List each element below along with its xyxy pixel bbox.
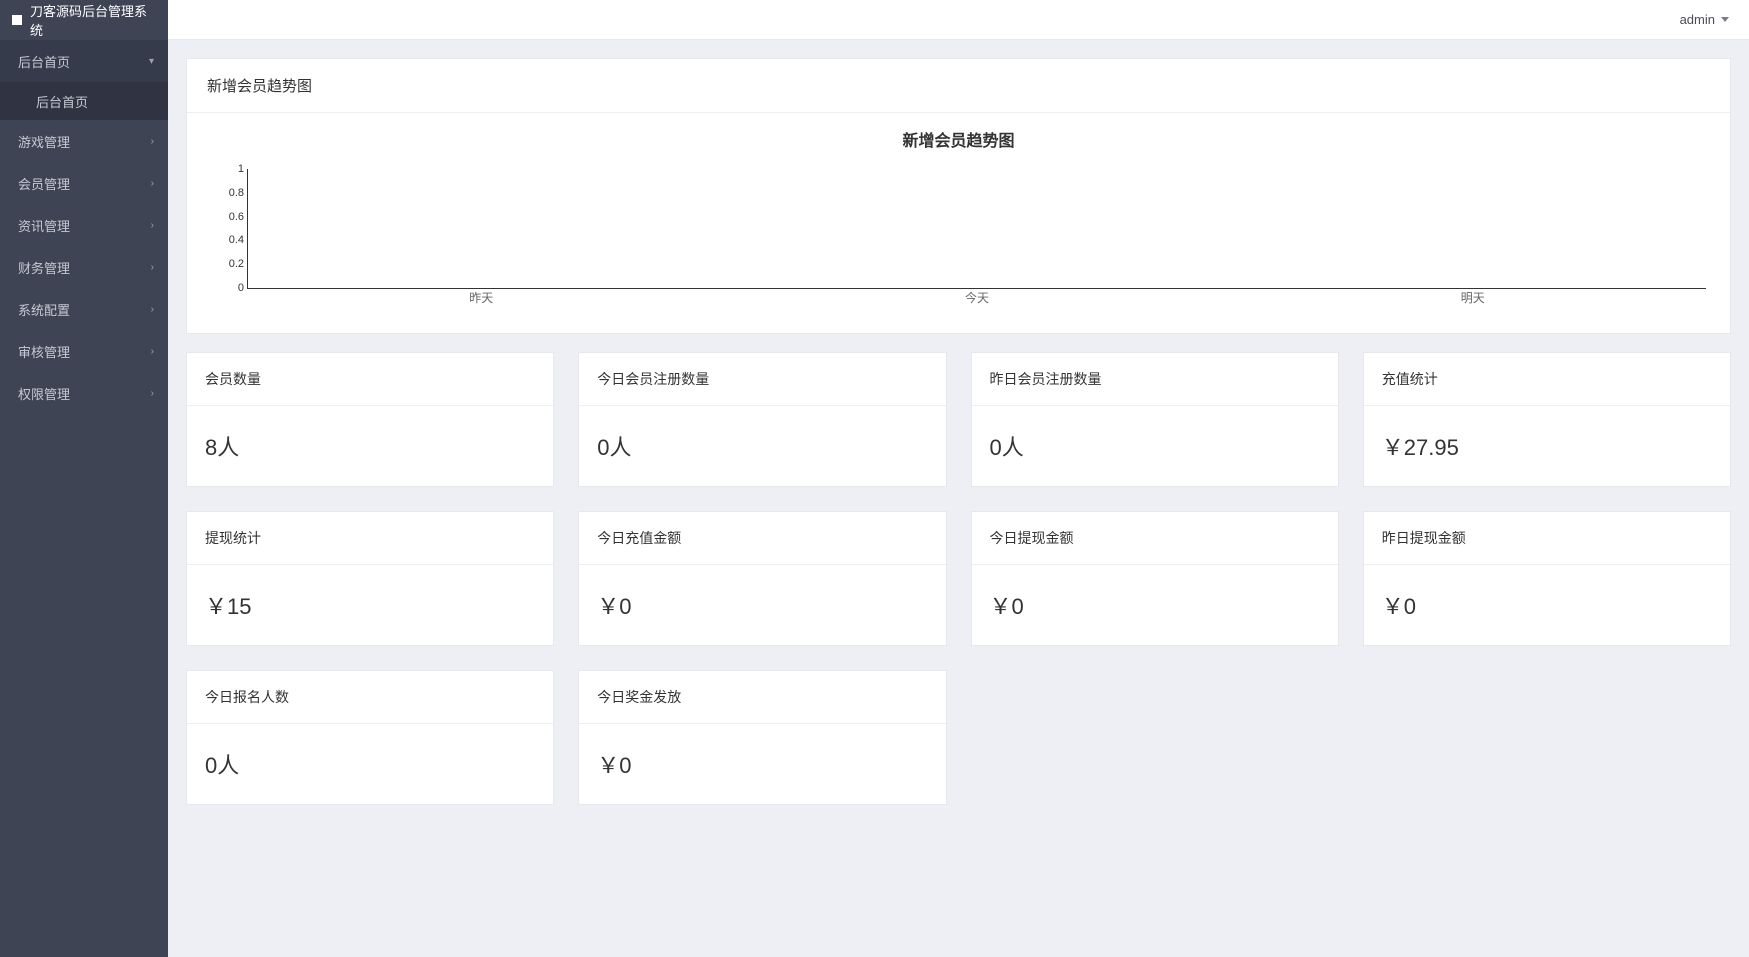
card-value: ￥0 [972,565,1338,645]
card-title: 今日充值金额 [579,512,945,565]
card-value: ￥0 [579,724,945,804]
chevron-right-icon: › [151,220,154,231]
card-value: ￥0 [1364,565,1730,645]
chevron-down-icon: ▾ [149,56,154,67]
card-title: 会员数量 [187,353,553,406]
nav-label: 财务管理 [18,258,70,277]
card-value: 0人 [579,406,945,486]
card-title: 今日报名人数 [187,671,553,724]
card-recharge-total: 充值统计 ￥27.95 [1363,352,1731,487]
nav-sub-label: 后台首页 [36,92,88,111]
chart-title: 新增会员趋势图 [211,127,1706,151]
nav-label: 资讯管理 [18,216,70,235]
user-name: admin [1680,12,1715,27]
nav-label: 后台首页 [18,52,70,71]
nav-item-system[interactable]: 系统配置 › [0,288,168,330]
sidebar: 刀客源码后台管理系统 后台首页 ▾ 后台首页 游戏管理 › 会员管理 › 资讯管… [0,0,168,957]
ytick: 0.2 [218,258,244,270]
ytick: 0.6 [218,211,244,223]
chart-panel-header: 新增会员趋势图 [187,59,1730,113]
card-value: ￥0 [579,565,945,645]
chevron-right-icon: › [151,304,154,315]
chevron-right-icon: › [151,346,154,357]
card-member-count: 会员数量 8人 [186,352,554,487]
xtick: 明天 [1461,289,1485,306]
ytick: 0.4 [218,234,244,246]
card-yesterday-register: 昨日会员注册数量 0人 [971,352,1339,487]
chevron-right-icon: › [151,136,154,147]
chevron-right-icon: › [151,178,154,189]
chart-axes: 1 0.8 0.6 0.4 0.2 0 昨天 今天 明天 [247,169,1706,289]
nav-item-permission[interactable]: 权限管理 › [0,372,168,414]
caret-down-icon [1721,17,1729,22]
main: admin 新增会员趋势图 新增会员趋势图 1 0.8 0.6 0.4 0.2 … [168,0,1749,957]
cards-grid: 会员数量 8人 今日会员注册数量 0人 昨日会员注册数量 0人 充值统计 ￥27… [186,352,1731,805]
user-menu[interactable]: admin [1680,12,1729,27]
card-title: 昨日会员注册数量 [972,353,1338,406]
topbar: admin [168,0,1749,40]
nav: 后台首页 ▾ 后台首页 游戏管理 › 会员管理 › 资讯管理 › 财务管理 › … [0,40,168,957]
card-title: 充值统计 [1364,353,1730,406]
chart-wrap: 新增会员趋势图 1 0.8 0.6 0.4 0.2 0 昨天 今天 明天 [187,113,1730,333]
card-today-withdraw: 今日提现金额 ￥0 [971,511,1339,646]
nav-item-member[interactable]: 会员管理 › [0,162,168,204]
ytick: 0.8 [218,187,244,199]
nav-item-home[interactable]: 后台首页 ▾ [0,40,168,82]
card-title: 提现统计 [187,512,553,565]
xtick: 昨天 [469,289,493,306]
card-value: ￥15 [187,565,553,645]
card-title: 今日提现金额 [972,512,1338,565]
brand-icon [12,15,22,25]
chart-panel: 新增会员趋势图 新增会员趋势图 1 0.8 0.6 0.4 0.2 0 昨天 今… [186,58,1731,334]
card-withdraw-total: 提现统计 ￥15 [186,511,554,646]
chart-area: 1 0.8 0.6 0.4 0.2 0 昨天 今天 明天 [247,169,1706,309]
nav-item-audit[interactable]: 审核管理 › [0,330,168,372]
ytick: 1 [218,163,244,175]
nav-label: 审核管理 [18,342,70,361]
card-title: 今日奖金发放 [579,671,945,724]
brand-text: 刀客源码后台管理系统 [30,1,156,39]
brand: 刀客源码后台管理系统 [0,0,168,40]
chevron-right-icon: › [151,388,154,399]
card-value: ￥27.95 [1364,406,1730,486]
nav-label: 游戏管理 [18,132,70,151]
nav-item-finance[interactable]: 财务管理 › [0,246,168,288]
chevron-right-icon: › [151,262,154,273]
nav-item-game[interactable]: 游戏管理 › [0,120,168,162]
card-today-register: 今日会员注册数量 0人 [578,352,946,487]
nav-label: 权限管理 [18,384,70,403]
card-yesterday-withdraw: 昨日提现金额 ￥0 [1363,511,1731,646]
card-today-bonus: 今日奖金发放 ￥0 [578,670,946,805]
card-today-recharge: 今日充值金额 ￥0 [578,511,946,646]
nav-sub-home[interactable]: 后台首页 [0,82,168,120]
card-today-signup: 今日报名人数 0人 [186,670,554,805]
ytick: 0 [218,282,244,294]
card-value: 8人 [187,406,553,486]
card-title: 今日会员注册数量 [579,353,945,406]
card-title: 昨日提现金额 [1364,512,1730,565]
content: 新增会员趋势图 新增会员趋势图 1 0.8 0.6 0.4 0.2 0 昨天 今… [168,40,1749,957]
nav-label: 系统配置 [18,300,70,319]
card-value: 0人 [972,406,1338,486]
nav-item-news[interactable]: 资讯管理 › [0,204,168,246]
xtick: 今天 [965,289,989,306]
nav-label: 会员管理 [18,174,70,193]
card-value: 0人 [187,724,553,804]
